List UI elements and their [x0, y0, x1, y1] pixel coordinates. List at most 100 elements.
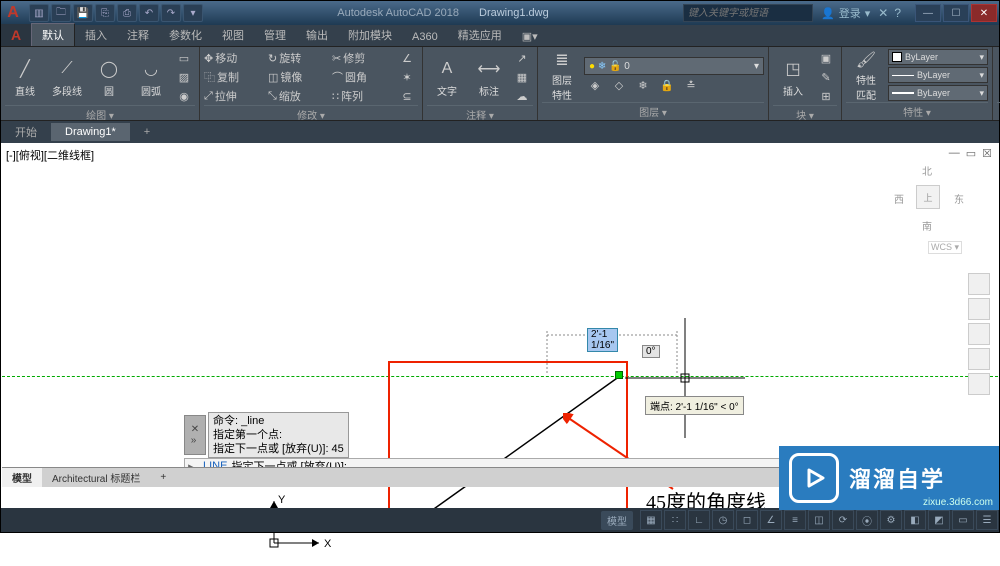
layer-props-button[interactable]: ≣图层 特性 [542, 50, 582, 102]
status-monitor-icon[interactable]: ◧ [904, 510, 926, 530]
tab-featured[interactable]: 精选应用 [448, 24, 512, 46]
close-button[interactable]: ✕ [971, 4, 997, 22]
status-osnap-icon[interactable]: ◻ [736, 510, 758, 530]
status-polar-icon[interactable]: ◷ [712, 510, 734, 530]
status-cycle-icon[interactable]: ⟳ [832, 510, 854, 530]
move-button[interactable]: ✥移动 [204, 49, 264, 67]
tab-view[interactable]: 视图 [212, 24, 254, 46]
tab-a360[interactable]: A360 [402, 28, 448, 46]
exchange-icon[interactable]: ✕ [878, 6, 888, 20]
color-dropdown[interactable]: ByLayer▾ [888, 49, 988, 65]
status-clean-icon[interactable]: ▭ [952, 510, 974, 530]
tab-start[interactable]: 开始 [1, 121, 51, 143]
help-search-input[interactable] [683, 4, 813, 22]
rect-icon[interactable]: ▭ [173, 49, 195, 67]
rotate-button[interactable]: ↻旋转 [268, 49, 328, 67]
drawing-area[interactable]: [-][俯视][二维线框] — ▭ ☒ 2'-1 1/16" 0° 端点: 2'… [2, 143, 998, 487]
panel-title-layers[interactable]: 图层 ▾ [542, 102, 764, 120]
leader-icon[interactable]: ↗ [511, 49, 533, 67]
layout-add-button[interactable]: + [150, 470, 176, 485]
tab-parametric[interactable]: 参数化 [159, 24, 212, 46]
status-isolate-icon[interactable]: ◩ [928, 510, 950, 530]
layer-freeze-icon[interactable]: ❄ [632, 76, 654, 94]
attr-icon[interactable]: ⊞ [815, 87, 837, 105]
viewcube-north[interactable]: 北 [922, 163, 932, 178]
trim-button[interactable]: ✂修剪 [332, 49, 392, 67]
qat-undo-icon[interactable]: ↶ [139, 4, 159, 22]
erase-icon[interactable]: ∠ [396, 49, 418, 67]
qat-more-icon[interactable]: ▾ [183, 4, 203, 22]
lineweight-dropdown[interactable]: ByLayer▾ [888, 85, 988, 101]
create-block-icon[interactable]: ▣ [815, 49, 837, 67]
tab-extra-icon[interactable]: ▣▾ [512, 27, 548, 46]
layer-dropdown[interactable]: ● ❄ 🔓 0 ▾ [584, 57, 764, 75]
dimension-button[interactable]: ⟷标注 [469, 51, 509, 103]
doc-restore-icon[interactable]: ▭ [966, 147, 976, 160]
panel-title-annotate[interactable]: 注释 ▾ [427, 105, 533, 123]
tab-annotate[interactable]: 注释 [117, 24, 159, 46]
qat-save-icon[interactable]: 💾 [73, 4, 93, 22]
tab-output[interactable]: 输出 [296, 24, 338, 46]
help-icon[interactable]: ? [894, 6, 901, 20]
panel-title-block[interactable]: 块 ▾ [773, 105, 837, 123]
circle-button[interactable]: ◯圆 [89, 51, 129, 103]
mirror-button[interactable]: ◫镜像 [268, 68, 328, 86]
command-close-button[interactable]: ✕» [184, 415, 206, 455]
edit-block-icon[interactable]: ✎ [815, 68, 837, 86]
hatch-icon[interactable]: ▨ [173, 68, 195, 86]
status-snap-icon[interactable]: ∷ [664, 510, 686, 530]
layout-arch[interactable]: Architectural 标题栏 [42, 468, 150, 487]
minimize-button[interactable]: — [915, 4, 941, 22]
layer-match-icon[interactable]: ≛ [680, 76, 702, 94]
qat-redo-icon[interactable]: ↷ [161, 4, 181, 22]
stretch-button[interactable]: ⤢拉伸 [204, 87, 264, 105]
fillet-button[interactable]: ⌒圆角 [332, 68, 392, 86]
qat-plot-icon[interactable]: ⎙ [117, 4, 137, 22]
layer-off-icon[interactable]: ◇ [608, 76, 630, 94]
dynamic-length-input[interactable]: 2'-1 1/16" [587, 328, 618, 352]
nav-showmotion-icon[interactable] [968, 373, 990, 395]
wcs-dropdown[interactable]: WCS ▾ [928, 241, 962, 254]
app-menu-icon[interactable]: A [1, 1, 25, 25]
array-button[interactable]: ∷阵列 [332, 87, 392, 105]
qat-open-icon[interactable]: 🗀 [51, 4, 71, 22]
status-grid-icon[interactable]: ▦ [640, 510, 662, 530]
polyline-button[interactable]: ⟋多段线 [47, 51, 87, 103]
status-custom-icon[interactable]: ☰ [976, 510, 998, 530]
status-annoscale-icon[interactable]: ⦿ [856, 510, 878, 530]
viewcube[interactable]: 北 南 西 东 上 [894, 163, 964, 233]
qat-saveas-icon[interactable]: ⎘ [95, 4, 115, 22]
app-logo-icon[interactable]: A [1, 24, 31, 46]
tab-manage[interactable]: 管理 [254, 24, 296, 46]
arc-button[interactable]: ◡圆弧 [131, 51, 171, 103]
nav-zoom-icon[interactable] [968, 323, 990, 345]
status-workspace-icon[interactable]: ⚙ [880, 510, 902, 530]
nav-orbit-icon[interactable] [968, 348, 990, 370]
insert-block-button[interactable]: ◳插入 [773, 51, 813, 103]
layout-model[interactable]: 模型 [2, 468, 42, 487]
table-icon[interactable]: ▦ [511, 68, 533, 86]
offset-icon[interactable]: ⊆ [396, 87, 418, 105]
viewcube-east[interactable]: 东 [954, 191, 964, 206]
maximize-button[interactable]: ☐ [943, 4, 969, 22]
status-otrack-icon[interactable]: ∠ [760, 510, 782, 530]
viewcube-south[interactable]: 南 [922, 218, 932, 233]
explode-icon[interactable]: ✶ [396, 68, 418, 86]
panel-title-properties[interactable]: 特性 ▾ [846, 102, 988, 120]
status-lweight-icon[interactable]: ≡ [784, 510, 806, 530]
tab-addins[interactable]: 附加模块 [338, 24, 402, 46]
dynamic-angle-input[interactable]: 0° [642, 345, 660, 358]
scale-button[interactable]: ⤡缩放 [268, 87, 328, 105]
doc-min-icon[interactable]: — [949, 147, 960, 160]
doc-close-icon[interactable]: ☒ [982, 147, 992, 160]
panel-title-modify[interactable]: 修改 ▾ [204, 105, 418, 123]
login-button[interactable]: 👤 登录 ▾ [821, 5, 870, 21]
status-model-button[interactable]: 模型 [601, 511, 633, 530]
nav-pan-icon[interactable] [968, 298, 990, 320]
viewport-label[interactable]: [-][俯视][二维线框] [6, 147, 94, 163]
cloud-icon[interactable]: ☁ [511, 87, 533, 105]
tab-drawing1[interactable]: Drawing1* [51, 123, 130, 141]
tab-home[interactable]: 默认 [31, 23, 75, 46]
tab-insert[interactable]: 插入 [75, 24, 117, 46]
viewcube-top-face[interactable]: 上 [916, 185, 940, 209]
